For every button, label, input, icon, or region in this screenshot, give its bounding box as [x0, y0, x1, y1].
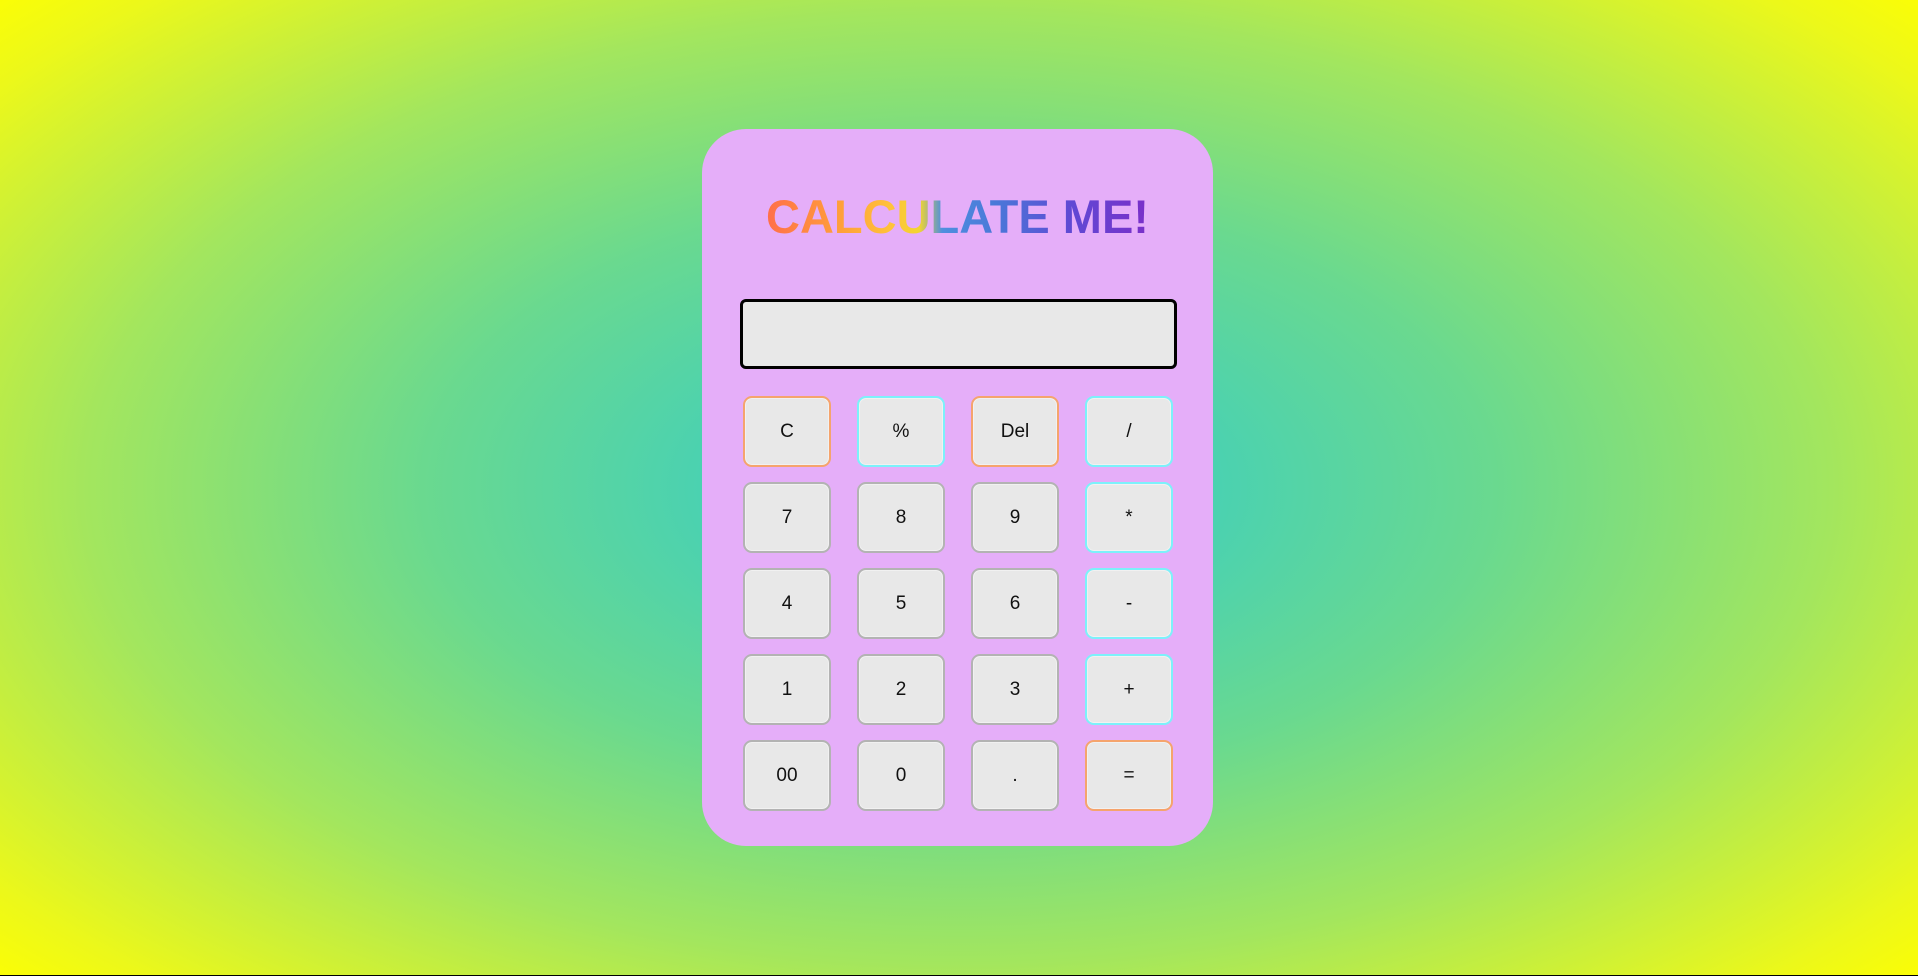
decimal-point-button[interactable]: .	[971, 740, 1059, 811]
clear-button[interactable]: C	[743, 396, 831, 467]
digit-9-button[interactable]: 9	[971, 482, 1059, 553]
add-button[interactable]: +	[1085, 654, 1173, 725]
subtract-button[interactable]: -	[1085, 568, 1173, 639]
app-title-text: CALCULATE ME!	[766, 190, 1149, 243]
equals-button[interactable]: =	[1085, 740, 1173, 811]
divide-button[interactable]: /	[1085, 396, 1173, 467]
digit-0-button[interactable]: 0	[857, 740, 945, 811]
app-title: CALCULATE ME!	[702, 183, 1213, 251]
digit-8-button[interactable]: 8	[857, 482, 945, 553]
digit-7-button[interactable]: 7	[743, 482, 831, 553]
percent-button[interactable]: %	[857, 396, 945, 467]
digit-1-button[interactable]: 1	[743, 654, 831, 725]
delete-button[interactable]: Del	[971, 396, 1059, 467]
digit-5-button[interactable]: 5	[857, 568, 945, 639]
digit-2-button[interactable]: 2	[857, 654, 945, 725]
double-zero-button[interactable]: 00	[743, 740, 831, 811]
multiply-button[interactable]: *	[1085, 482, 1173, 553]
calculator-display[interactable]	[740, 299, 1177, 369]
keypad: C % Del / 7 8 9 * 4 5 6 - 1 2 3 + 00 0 .…	[743, 396, 1173, 811]
digit-4-button[interactable]: 4	[743, 568, 831, 639]
digit-3-button[interactable]: 3	[971, 654, 1059, 725]
digit-6-button[interactable]: 6	[971, 568, 1059, 639]
calculator-panel: CALCULATE ME! C % Del / 7 8 9 * 4 5 6 - …	[702, 129, 1213, 846]
